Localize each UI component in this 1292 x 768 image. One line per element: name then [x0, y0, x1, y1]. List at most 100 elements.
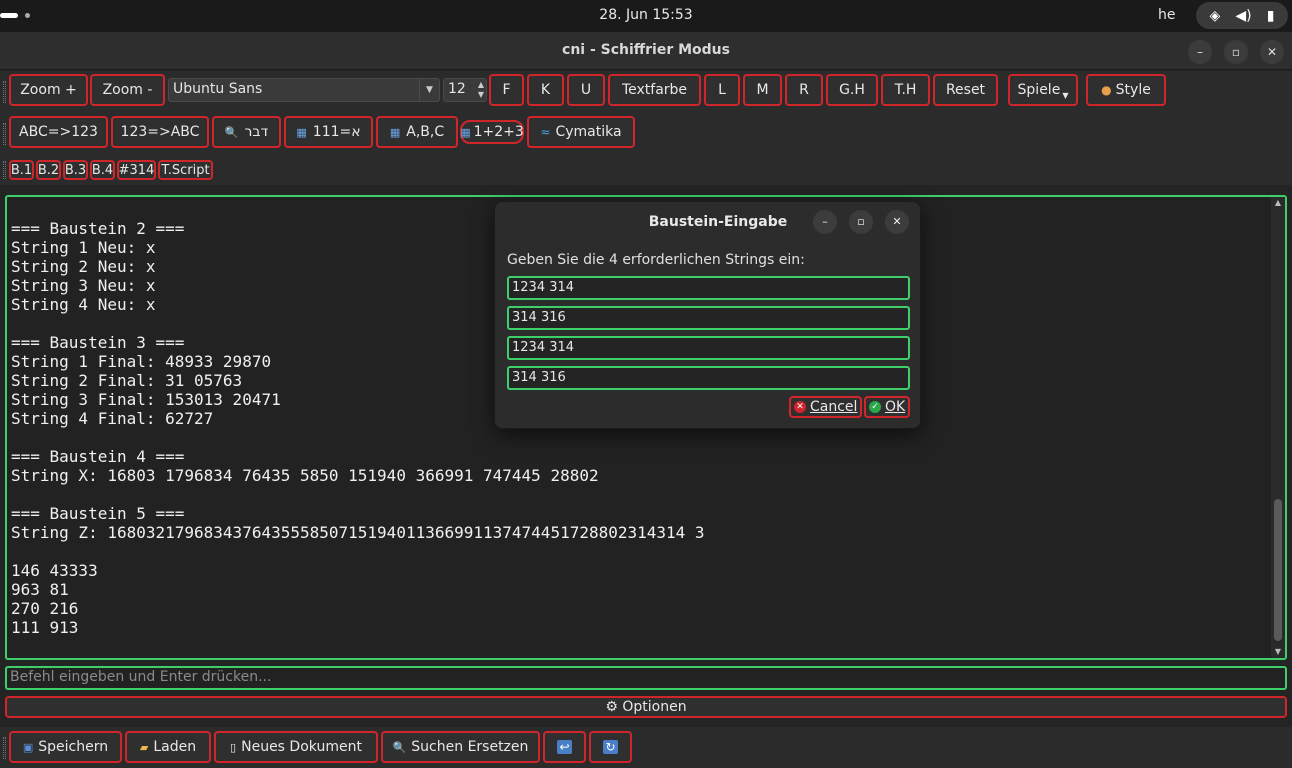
palette-icon: ●: [1101, 83, 1112, 97]
cancel-icon: ✕: [794, 401, 806, 413]
editor-line: === Baustein 4 ===: [11, 447, 185, 466]
editor-line: String 1 Final: 48933 29870: [11, 352, 272, 371]
scroll-down-icon[interactable]: ▼: [1271, 646, 1285, 658]
scroll-up-icon[interactable]: ▲: [1271, 197, 1285, 209]
abc-list-label: A,B,C: [406, 124, 445, 140]
align-right-button[interactable]: R: [785, 74, 823, 106]
clock[interactable]: 28. Jun 15:53: [0, 7, 1292, 23]
editor-line: String X: 16803 1796834 76435 5850 15194…: [11, 466, 599, 485]
wave-icon: ≈: [540, 125, 551, 139]
document-icon: ▯: [230, 740, 237, 754]
toolbar-grip[interactable]: [3, 81, 6, 103]
font-family-value: Ubuntu Sans: [173, 81, 263, 97]
reset-button[interactable]: Reset: [933, 74, 998, 106]
abc-list-button[interactable]: ▦ A,B,C: [376, 116, 458, 148]
align-left-button[interactable]: L: [704, 74, 740, 106]
toolbar-grip[interactable]: [3, 161, 6, 179]
maximize-button[interactable]: ▫: [1224, 40, 1248, 64]
toolbar-grip[interactable]: [3, 123, 6, 145]
zoom-in-button[interactable]: Zoom +: [9, 74, 88, 106]
dialog-close-button[interactable]: ✕: [885, 210, 909, 234]
baustein-input-dialog: Baustein-Eingabe – ▫ ✕ Geben Sie die 4 e…: [494, 201, 921, 429]
editor-line: === Baustein 5 ===: [11, 504, 185, 523]
redo-icon: ↻: [603, 740, 618, 754]
save-label: Speichern: [38, 739, 109, 755]
string-field-1[interactable]: 1234 314: [507, 276, 910, 300]
dialog-minimize-button[interactable]: –: [813, 210, 837, 234]
baustein-4-button[interactable]: B.4: [90, 160, 115, 180]
close-button[interactable]: ✕: [1260, 40, 1284, 64]
t-h-button[interactable]: T.H: [881, 74, 930, 106]
number-to-abc-button[interactable]: 123=>ABC: [111, 116, 209, 148]
keyboard-layout-indicator[interactable]: he: [1158, 7, 1176, 23]
system-tray[interactable]: ◈ ◀) ▮: [1196, 2, 1288, 29]
g-h-button[interactable]: G.H: [826, 74, 878, 106]
search-dvr-button[interactable]: 🔍 דבר: [212, 116, 281, 148]
redo-button[interactable]: ↻: [589, 731, 632, 763]
abc-to-number-button[interactable]: ABC=>123: [9, 116, 108, 148]
editor-line: String 3 Neu: x: [11, 276, 156, 295]
text-color-button[interactable]: Textfarbe: [608, 74, 701, 106]
style-button[interactable]: ● Style: [1086, 74, 1166, 106]
string-field-4[interactable]: 314 316: [507, 366, 910, 390]
undo-icon: ↩: [557, 740, 572, 754]
editor-line: String 3 Final: 153013 20471: [11, 390, 281, 409]
games-label: Spiele: [1017, 82, 1061, 98]
editor-scrollbar[interactable]: ▲ ▼: [1271, 197, 1285, 658]
dropdown-arrow-icon: ▼: [1062, 90, 1069, 100]
editor-line: 146 43333: [11, 561, 98, 580]
baustein-1-button[interactable]: B.1: [9, 160, 34, 180]
games-menu-button[interactable]: Spiele ▼: [1008, 74, 1078, 106]
baustein-3-button[interactable]: B.3: [63, 160, 88, 180]
new-document-label: Neues Dokument: [241, 739, 362, 755]
dialog-prompt: Geben Sie die 4 erforderlichen Strings e…: [507, 252, 805, 268]
letters-icon: ▦: [389, 125, 401, 139]
cymatika-button[interactable]: ≈ Cymatika: [527, 116, 635, 148]
cancel-button[interactable]: ✕ Cancel: [789, 396, 863, 418]
minimize-button[interactable]: –: [1188, 40, 1212, 64]
wifi-icon: ◈: [1209, 7, 1221, 24]
bold-button[interactable]: F: [489, 74, 524, 106]
system-top-bar: 28. Jun 15:53 he ◈ ◀) ▮: [0, 0, 1292, 32]
editor-line: 270 216: [11, 599, 79, 618]
font-family-select[interactable]: Ubuntu Sans ▼: [168, 78, 440, 102]
dialog-maximize-button[interactable]: ▫: [849, 210, 873, 234]
search-replace-button[interactable]: 🔍 Suchen Ersetzen: [381, 731, 540, 763]
hebrew-111-button[interactable]: ▦ 111=א: [284, 116, 373, 148]
hash-314-button[interactable]: #314: [117, 160, 156, 180]
ok-button[interactable]: ✓ OK: [864, 396, 911, 418]
tscript-button[interactable]: T.Script: [158, 160, 213, 180]
align-center-button[interactable]: M: [743, 74, 782, 106]
toolbar-grip[interactable]: [3, 737, 6, 759]
font-size-spinbox[interactable]: 12 ▲ ▼: [443, 78, 487, 102]
load-button[interactable]: ▰ Laden: [125, 731, 211, 763]
cymatika-label: Cymatika: [555, 124, 622, 140]
editor-line: String 2 Neu: x: [11, 257, 156, 276]
options-button[interactable]: ⚙ Optionen: [5, 696, 1287, 718]
chevron-down-icon[interactable]: ▼: [419, 79, 439, 101]
baustein-2-button[interactable]: B.2: [36, 160, 61, 180]
new-document-button[interactable]: ▯ Neues Dokument: [214, 731, 378, 763]
cancel-label: Cancel: [810, 399, 858, 415]
hebrew-111-label: 111=א: [312, 124, 361, 140]
zoom-out-button[interactable]: Zoom -: [90, 74, 165, 106]
editor-line: String 4 Neu: x: [11, 295, 156, 314]
spin-arrows-icon[interactable]: ▲ ▼: [478, 80, 484, 100]
editor-line: 111 913: [11, 618, 79, 637]
floppy-icon: ▣: [22, 740, 34, 754]
scrollbar-thumb[interactable]: [1274, 499, 1282, 641]
command-input[interactable]: Befehl eingeben und Enter drücken...: [5, 666, 1287, 690]
search-dvr-label: דבר: [244, 124, 269, 140]
undo-button[interactable]: ↩: [543, 731, 586, 763]
check-icon: ✓: [869, 401, 881, 413]
save-button[interactable]: ▣ Speichern: [9, 731, 122, 763]
search-replace-label: Suchen Ersetzen: [411, 739, 529, 755]
dialog-title: Baustein-Eingabe: [648, 214, 788, 230]
string-field-3[interactable]: 1234 314: [507, 336, 910, 360]
editor-line: === Baustein 2 ===: [11, 219, 185, 238]
sum-button[interactable]: ▦ 1+2+3: [460, 120, 524, 144]
italic-button[interactable]: K: [527, 74, 564, 106]
load-label: Laden: [153, 739, 197, 755]
underline-button[interactable]: U: [567, 74, 605, 106]
string-field-2[interactable]: 314 316: [507, 306, 910, 330]
